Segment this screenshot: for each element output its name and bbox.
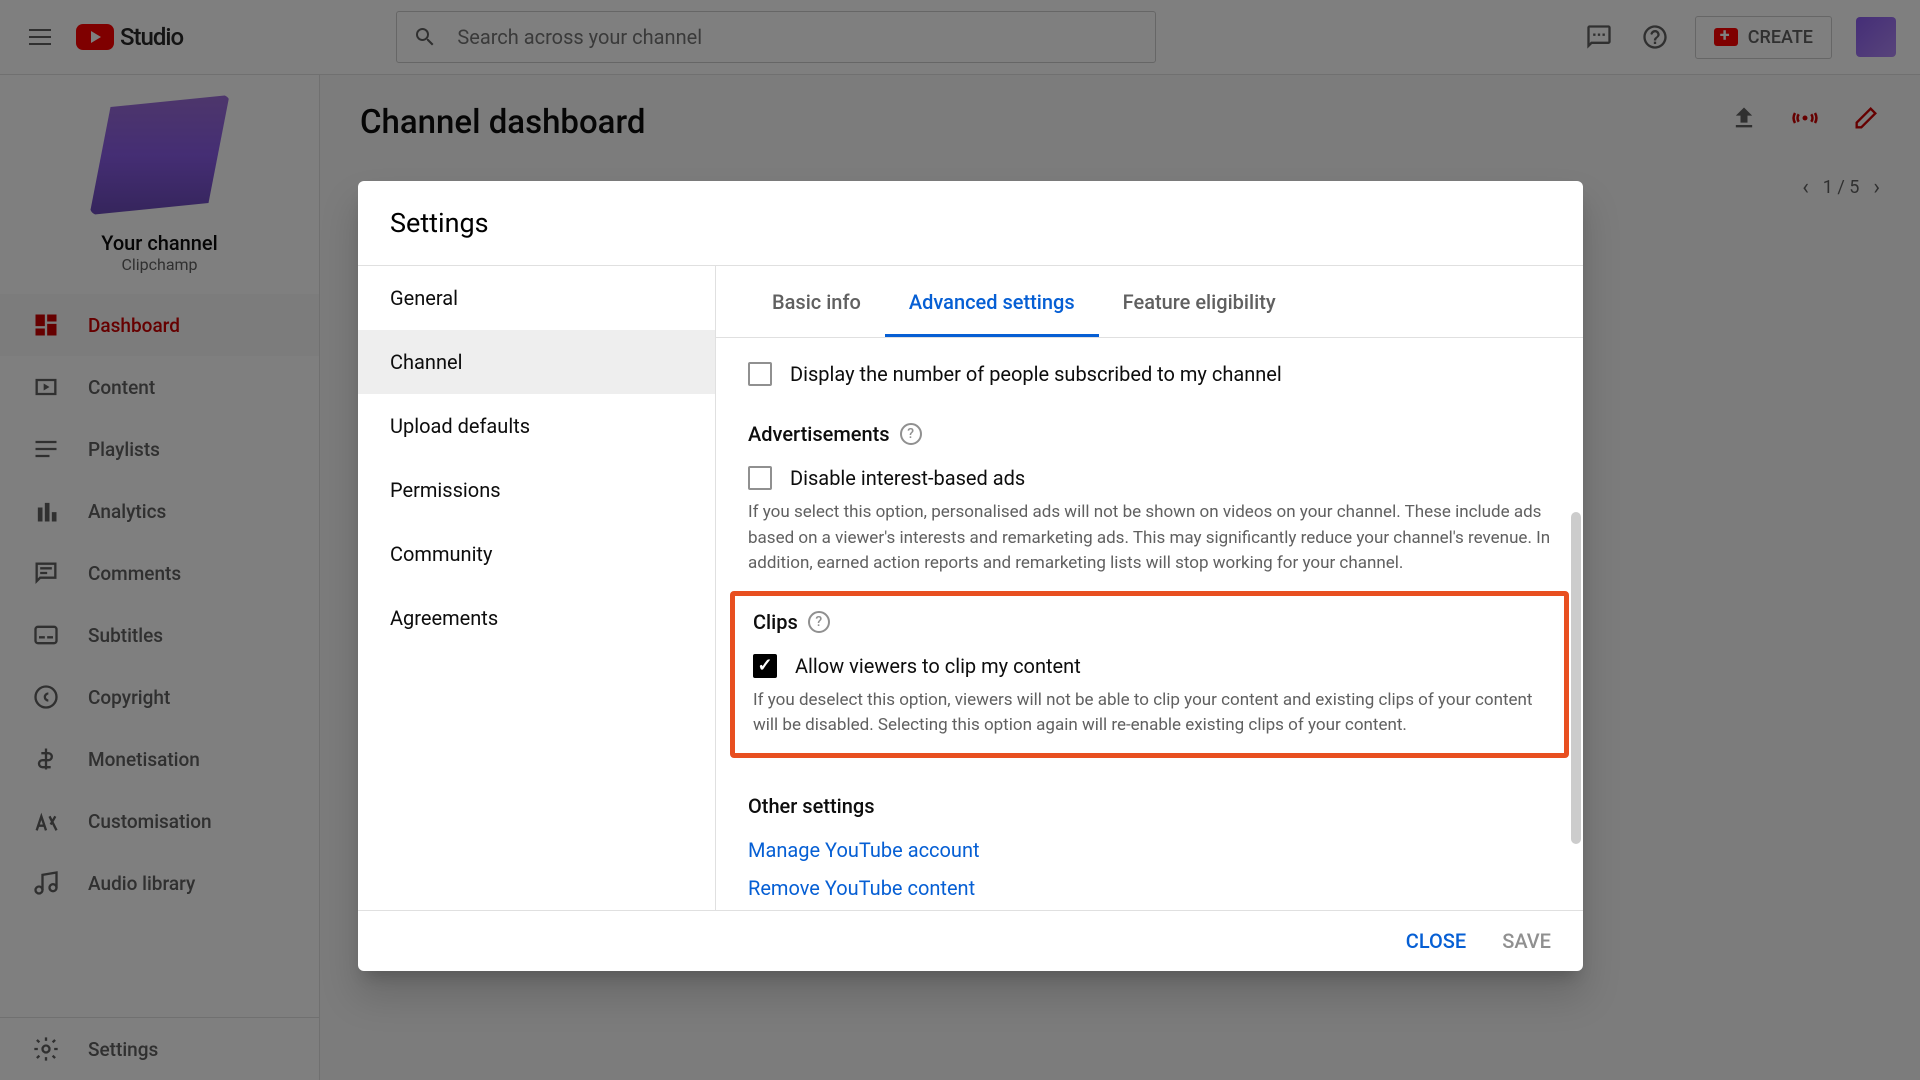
- channel-tabs: Basic info Advanced settings Feature eli…: [716, 266, 1583, 338]
- settings-tab-channel[interactable]: Channel: [358, 330, 715, 394]
- close-button[interactable]: CLOSE: [1406, 929, 1466, 953]
- allow-clips-label: Allow viewers to clip my content: [795, 654, 1081, 678]
- allow-clips-checkbox[interactable]: [753, 654, 777, 678]
- disable-interest-ads-label: Disable interest-based ads: [790, 466, 1025, 490]
- ads-section-header: Advertisements?: [748, 422, 1551, 446]
- settings-tab-community[interactable]: Community: [358, 522, 715, 586]
- manage-account-link[interactable]: Manage YouTube account: [748, 838, 1551, 862]
- disable-interest-ads-checkbox[interactable]: [748, 466, 772, 490]
- clips-highlight: Clips? Allow viewers to clip my content …: [730, 591, 1569, 758]
- subscriber-count-checkbox[interactable]: [748, 362, 772, 386]
- subscriber-count-label: Display the number of people subscribed …: [790, 362, 1282, 386]
- remove-content-link[interactable]: Remove YouTube content: [748, 876, 1551, 900]
- save-button[interactable]: SAVE: [1502, 929, 1551, 953]
- tab-basic-info[interactable]: Basic info: [748, 266, 885, 337]
- settings-content: Display the number of people subscribed …: [716, 338, 1583, 910]
- other-settings-header: Other settings: [748, 794, 1551, 818]
- help-icon[interactable]: ?: [808, 611, 830, 633]
- clips-section-header: Clips?: [753, 610, 1546, 634]
- help-icon[interactable]: ?: [900, 423, 922, 445]
- settings-tab-permissions[interactable]: Permissions: [358, 458, 715, 522]
- settings-tab-upload-defaults[interactable]: Upload defaults: [358, 394, 715, 458]
- settings-modal: Settings General Channel Upload defaults…: [358, 181, 1583, 971]
- scrollbar-thumb[interactable]: [1571, 512, 1581, 845]
- tab-advanced-settings[interactable]: Advanced settings: [885, 266, 1099, 337]
- modal-title: Settings: [358, 181, 1583, 265]
- settings-tab-general[interactable]: General: [358, 266, 715, 330]
- settings-tab-agreements[interactable]: Agreements: [358, 586, 715, 650]
- modal-sidebar: General Channel Upload defaults Permissi…: [358, 266, 716, 910]
- clips-description: If you deselect this option, viewers wil…: [753, 688, 1546, 739]
- tab-feature-eligibility[interactable]: Feature eligibility: [1099, 266, 1300, 337]
- modal-footer: CLOSE SAVE: [358, 910, 1583, 971]
- ads-description: If you select this option, personalised …: [748, 500, 1551, 577]
- scrollbar[interactable]: [1569, 358, 1583, 870]
